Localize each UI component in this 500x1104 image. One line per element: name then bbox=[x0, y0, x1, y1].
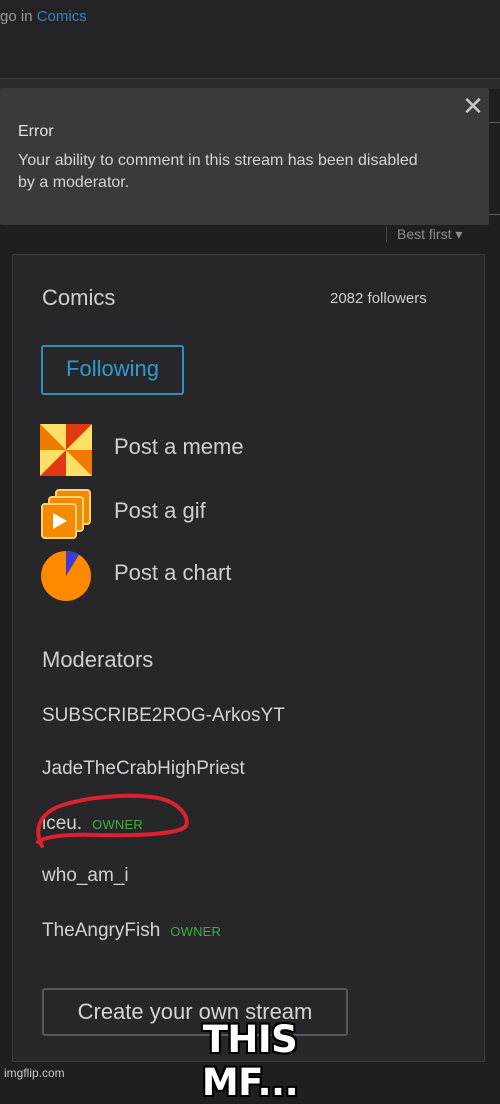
post-meme-action[interactable]: Post a meme bbox=[40, 424, 340, 476]
moderator-link[interactable]: SUBSCRIBE2ROG-ArkosYT bbox=[42, 705, 285, 727]
scroll-edge bbox=[489, 118, 500, 218]
chevron-down-icon: ▾ bbox=[455, 226, 463, 242]
post-gif-action[interactable]: Post a gif bbox=[40, 488, 340, 540]
red-annotation-circle bbox=[36, 793, 189, 848]
sort-dropdown[interactable]: Best first ▾ bbox=[386, 226, 500, 242]
imgflip-watermark: imgflip.com bbox=[4, 1066, 65, 1080]
error-title: Error bbox=[18, 123, 54, 140]
post-chart-action[interactable]: Post a chart bbox=[40, 550, 340, 602]
top-bar: go in Comics bbox=[0, 0, 500, 79]
error-message: Your ability to comment in this stream h… bbox=[18, 152, 418, 191]
stream-name: Comics bbox=[42, 285, 116, 310]
moderator-name: TheAngryFish bbox=[42, 920, 161, 941]
header-text: go in Comics bbox=[0, 8, 87, 25]
meme-icon bbox=[40, 424, 92, 476]
post-chart-label: Post a chart bbox=[114, 560, 232, 585]
moderator-link[interactable]: who_am_i bbox=[42, 865, 129, 887]
header-prefix: go in bbox=[0, 8, 33, 25]
stream-link[interactable]: Comics bbox=[37, 8, 87, 25]
owner-badge: OWNER bbox=[170, 924, 222, 939]
moderator-name: who_am_i bbox=[42, 865, 129, 886]
chart-icon bbox=[41, 550, 91, 601]
moderators-heading: Moderators bbox=[42, 647, 154, 672]
close-icon[interactable]: ✕ bbox=[460, 93, 486, 119]
post-meme-label: Post a meme bbox=[114, 434, 244, 459]
moderator-name: JadeTheCrabHighPriest bbox=[42, 758, 245, 779]
moderator-link[interactable]: JadeTheCrabHighPriest bbox=[42, 758, 245, 780]
meme-caption: THIS MF... bbox=[201, 1018, 299, 1104]
following-button[interactable]: Following bbox=[41, 345, 184, 395]
gif-icon bbox=[41, 489, 91, 539]
sort-label: Best first bbox=[397, 226, 452, 242]
post-gif-label: Post a gif bbox=[114, 498, 206, 523]
moderator-name: SUBSCRIBE2ROG-ArkosYT bbox=[42, 705, 285, 726]
follower-count: 2082 followers bbox=[330, 290, 427, 307]
moderator-link[interactable]: TheAngryFish OWNER bbox=[42, 920, 221, 942]
